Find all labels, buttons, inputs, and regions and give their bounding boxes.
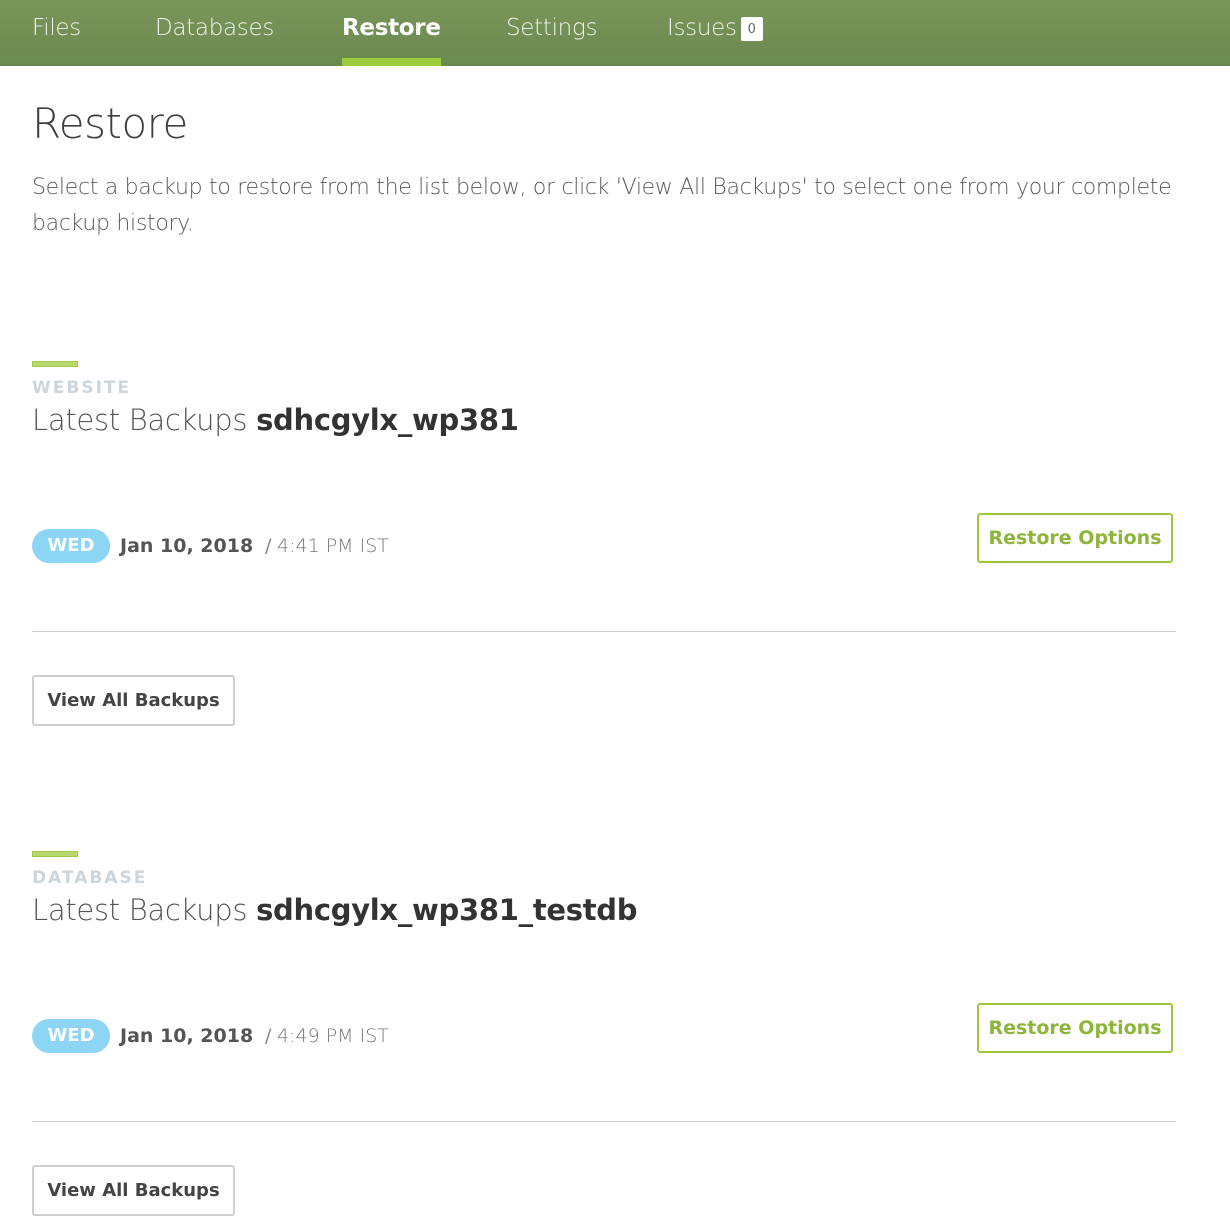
- section-heading-label: Latest Backups: [32, 403, 248, 437]
- section-divider: [32, 1121, 1176, 1122]
- tab-issues-label: Issues: [667, 15, 737, 41]
- top-nav: Files Databases Restore Settings Issues 0: [0, 0, 1230, 66]
- section-kind-label: WEBSITE: [32, 378, 132, 398]
- section-accent-line: [32, 851, 78, 857]
- day-badge: WED: [32, 1019, 110, 1053]
- tab-restore[interactable]: Restore: [342, 0, 441, 66]
- database-backups-section: DATABASE Latest Backups sdhcgylx_wp381_t…: [32, 851, 1178, 1231]
- section-divider: [32, 631, 1176, 632]
- tab-settings[interactable]: Settings: [506, 0, 597, 66]
- section-accent-line: [32, 361, 78, 367]
- restore-options-button[interactable]: Restore Options: [977, 1003, 1173, 1053]
- backup-time: 4:49 PM IST: [277, 1025, 389, 1047]
- view-all-backups-button[interactable]: View All Backups: [32, 1165, 235, 1216]
- page-title: Restore: [32, 99, 188, 148]
- section-kind-label: DATABASE: [32, 868, 148, 888]
- backup-time: 4:41 PM IST: [277, 535, 389, 557]
- date-time-separator: /: [265, 1025, 272, 1047]
- restore-options-button[interactable]: Restore Options: [977, 513, 1173, 563]
- view-all-backups-button[interactable]: View All Backups: [32, 675, 235, 726]
- tab-settings-label: Settings: [506, 15, 598, 41]
- date-time-separator: /: [265, 535, 272, 557]
- website-backups-section: WEBSITE Latest Backups sdhcgylx_wp381 WE…: [32, 361, 1178, 741]
- section-heading-label: Latest Backups: [32, 893, 248, 927]
- section-heading: Latest Backups sdhcgylx_wp381: [32, 403, 519, 437]
- tab-databases[interactable]: Databases: [155, 0, 274, 66]
- issues-count-badge: 0: [740, 17, 763, 41]
- backup-date: Jan 10, 2018: [120, 535, 254, 557]
- backup-date: Jan 10, 2018: [120, 1025, 254, 1047]
- section-heading-name: sdhcgylx_wp381: [256, 403, 519, 437]
- backup-row: WED Jan 10, 2018 / 4:49 PM IST Restore O…: [32, 1003, 1178, 1059]
- tab-issues[interactable]: Issues 0: [667, 0, 763, 66]
- section-heading-name: sdhcgylx_wp381_testdb: [256, 893, 638, 927]
- tab-restore-label: Restore: [342, 15, 441, 41]
- tab-databases-label: Databases: [155, 15, 275, 41]
- backup-row: WED Jan 10, 2018 / 4:41 PM IST Restore O…: [32, 513, 1178, 569]
- tab-files-label: Files: [32, 15, 81, 41]
- page-intro: Select a backup to restore from the list…: [32, 175, 1172, 236]
- section-heading: Latest Backups sdhcgylx_wp381_testdb: [32, 893, 638, 927]
- tab-files[interactable]: Files: [32, 0, 81, 66]
- day-badge: WED: [32, 529, 110, 563]
